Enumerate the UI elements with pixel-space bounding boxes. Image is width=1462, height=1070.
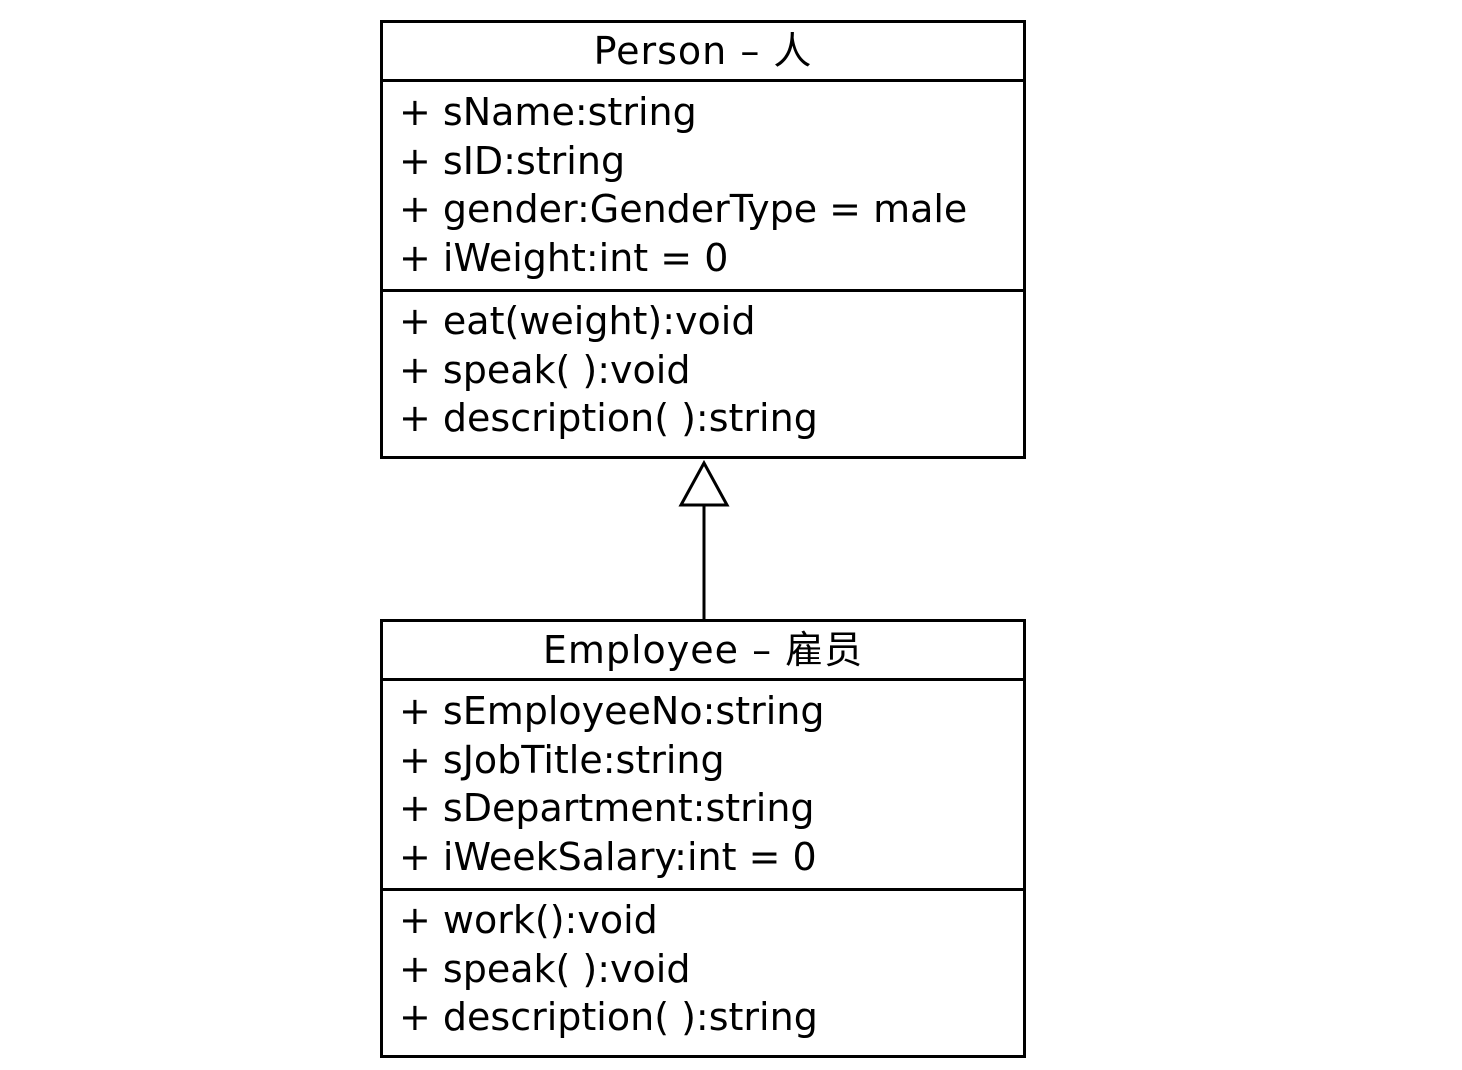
method: + speak( ):void xyxy=(399,946,691,991)
method: + description( ):string xyxy=(399,995,818,1039)
attribute: + sName:string xyxy=(399,90,697,134)
attribute: + iWeekSalary:int = 0 xyxy=(399,834,817,879)
attributes-person: + sName:string + sID:string + gender:Gen… xyxy=(383,82,1023,292)
class-employee: Employee – 雇员 + sEmployeeNo:string + sJo… xyxy=(380,619,1026,1058)
methods-person: + eat(weight):void + speak( ):void + des… xyxy=(383,292,1023,443)
attribute: + iWeight:int = 0 xyxy=(399,235,729,280)
method: + eat(weight):void xyxy=(399,299,756,343)
attribute: + sEmployeeNo:string xyxy=(399,689,825,733)
class-name-employee: Employee – 雇员 xyxy=(383,622,1023,681)
class-name-person: Person – 人 xyxy=(383,23,1023,82)
attributes-employee: + sEmployeeNo:string + sJobTitle:string … xyxy=(383,681,1023,891)
class-person: Person – 人 + sName:string + sID:string +… xyxy=(380,20,1026,459)
method: + description( ):string xyxy=(399,396,818,440)
method: + speak( ):void xyxy=(399,347,691,392)
attribute: + gender:GenderType = male xyxy=(399,187,968,231)
method: + work():void xyxy=(399,898,658,942)
attribute: + sJobTitle:string xyxy=(399,737,725,782)
methods-employee: + work():void + speak( ):void + descript… xyxy=(383,891,1023,1042)
attribute: + sDepartment:string xyxy=(399,786,815,830)
generalization-arrowhead xyxy=(678,459,730,507)
attribute: + sID:string xyxy=(399,138,626,183)
